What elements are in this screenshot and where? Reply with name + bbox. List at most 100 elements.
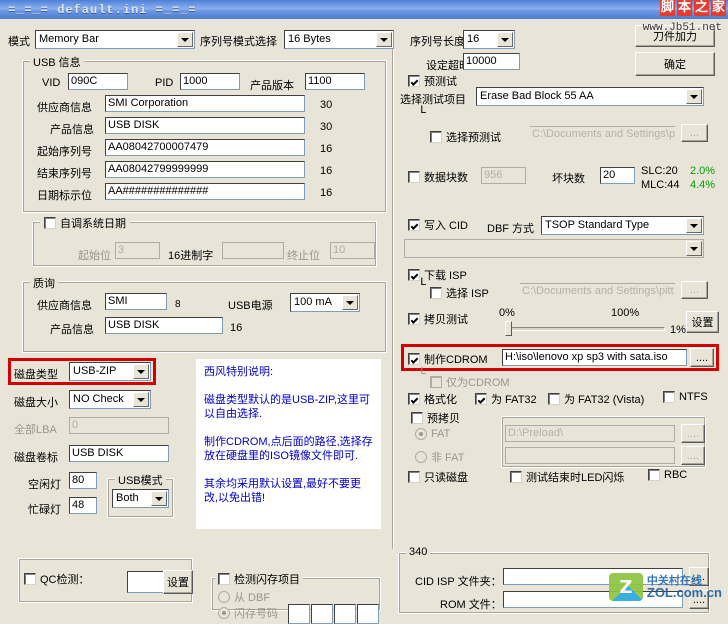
checkbox-icon[interactable] (408, 75, 420, 87)
checkbox-icon[interactable] (648, 469, 660, 481)
badblock-input[interactable]: 20 (600, 167, 635, 184)
disk-size-combo[interactable]: NO Check (69, 390, 151, 409)
auto-date-checkbox[interactable]: 自调系统日期 (40, 215, 130, 231)
make-cdrom-checkbox[interactable]: 制作CDROM (408, 351, 488, 367)
precopy-nonfat-radio[interactable]: 非 FAT (415, 449, 464, 465)
ok-button[interactable]: 确定 (635, 52, 715, 76)
serial-start-input[interactable]: AA08042700007479 (105, 139, 305, 156)
mode-combo[interactable]: Memory Bar (35, 30, 195, 49)
select-isp-browse-button[interactable]: ... (681, 281, 708, 299)
download-isp-checkbox[interactable]: 下载 ISP (408, 267, 467, 283)
date-mark-input[interactable]: AA############## (105, 183, 305, 200)
inquiry-vendor-input[interactable]: SMI (105, 293, 167, 310)
copy-test-slider[interactable] (505, 321, 665, 337)
disk-type-combo[interactable]: USB-ZIP (69, 362, 151, 381)
auto-date-end-input[interactable]: 10 (330, 242, 375, 259)
copy-test-settings-button[interactable]: 设置 (686, 311, 719, 333)
chevron-down-icon[interactable] (497, 32, 513, 47)
chevron-down-icon[interactable] (342, 295, 358, 310)
radio-icon[interactable] (218, 591, 230, 603)
pretest-checkbox[interactable]: 预测试 (408, 73, 457, 89)
serial-end-input[interactable]: AA08042799999999 (105, 161, 305, 178)
fat32-vista-checkbox[interactable]: 为 FAT32 (Vista) (548, 391, 644, 407)
checkbox-icon[interactable] (218, 573, 230, 585)
product-rev-input[interactable]: 1100 (305, 73, 365, 90)
checkbox-icon[interactable] (430, 376, 442, 388)
inquiry-product-input[interactable]: USB DISK (105, 317, 223, 334)
disk-volume-input[interactable]: USB DISK (69, 445, 169, 462)
datablock-checkbox[interactable]: 数据块数 (408, 169, 468, 185)
checkbox-icon[interactable] (510, 471, 522, 483)
checkbox-icon[interactable] (408, 313, 420, 325)
checkbox-icon[interactable] (408, 393, 420, 405)
hex-word-input[interactable] (222, 242, 284, 259)
usb-mode-combo[interactable]: Both (112, 489, 169, 508)
flash-number-box-0[interactable] (288, 604, 310, 624)
chevron-down-icon[interactable] (177, 32, 193, 47)
cdrom-browse-button[interactable]: .... (690, 348, 714, 367)
copy-test-checkbox[interactable]: 拷贝测试 (408, 311, 468, 327)
precopy-fat-browse-button[interactable]: .... (681, 424, 705, 443)
datablock-input[interactable]: 956 (481, 167, 526, 184)
busy-led-input[interactable]: 48 (69, 497, 97, 514)
flash-check-checkbox[interactable]: 检测闪存项目 (215, 571, 303, 587)
select-pretest-browse-button[interactable]: ... (681, 124, 708, 142)
vendor-info-input[interactable]: SMI Corporation (105, 95, 305, 112)
flash-number-box-3[interactable] (357, 604, 379, 624)
timeout-input[interactable]: 10000 (463, 53, 520, 70)
checkbox-icon[interactable] (408, 471, 420, 483)
chevron-down-icon[interactable] (686, 218, 702, 233)
serial-mode-combo[interactable]: 16 Bytes (284, 30, 394, 49)
checkbox-icon[interactable] (548, 393, 560, 405)
checkbox-icon[interactable] (411, 412, 423, 424)
ntfs-checkbox[interactable]: NTFS (663, 391, 708, 403)
checkbox-icon[interactable] (44, 217, 56, 229)
chevron-down-icon[interactable] (151, 491, 167, 506)
checkbox-icon[interactable] (408, 219, 420, 231)
flash-number-box-1[interactable] (311, 604, 333, 624)
write-cid-checkbox[interactable]: 写入 CID (408, 217, 468, 233)
serial-length-combo[interactable]: 16 (463, 30, 515, 49)
checkbox-icon[interactable] (430, 131, 442, 143)
precopy-checkbox[interactable]: 预拷贝 (408, 410, 463, 426)
checkbox-icon[interactable] (475, 393, 487, 405)
select-pretest-path[interactable]: C:\Documents and Settings\pit (530, 126, 675, 143)
checkbox-icon[interactable] (408, 269, 420, 281)
checkbox-icon[interactable] (430, 287, 442, 299)
led-blink-checkbox[interactable]: 测试结束时LED闪烁 (510, 469, 624, 485)
flash-number-box-2[interactable] (334, 604, 356, 624)
idle-led-input[interactable]: 80 (69, 472, 97, 489)
precopy-fat-path[interactable]: D:\Preload\ (505, 425, 675, 442)
test-item-combo[interactable]: Erase Bad Block 55 AA (476, 87, 704, 106)
only-cdrom-checkbox[interactable]: 仅为CDROM (430, 374, 510, 390)
total-lba-input[interactable]: 0 (69, 417, 169, 434)
cid-empty-combo[interactable] (404, 239, 704, 258)
chevron-down-icon[interactable] (686, 89, 702, 104)
checkbox-icon[interactable] (408, 353, 420, 365)
precopy-fat-radio[interactable]: FAT (415, 428, 450, 440)
chevron-down-icon[interactable] (376, 32, 392, 47)
checkbox-icon[interactable] (408, 171, 420, 183)
radio-icon[interactable] (415, 451, 427, 463)
pid-input[interactable]: 1000 (180, 73, 240, 90)
flash-from-dbf-radio[interactable]: 从 DBF (218, 589, 270, 605)
cdrom-path-input[interactable]: H:\iso\lenovo xp sp3 with sata.iso (502, 349, 687, 366)
chevron-down-icon[interactable] (133, 392, 149, 407)
qc-settings-button[interactable]: 设置 (163, 570, 193, 594)
qc-check-checkbox[interactable]: QC检测： (24, 571, 90, 587)
qc-value-input[interactable] (127, 571, 167, 593)
precopy-nonfat-browse-button[interactable]: .... (681, 446, 705, 465)
product-info-input[interactable]: USB DISK (105, 117, 305, 134)
select-isp-checkbox[interactable]: 选择 ISP (430, 285, 489, 301)
select-pretest-checkbox[interactable]: 选择预测试 (430, 129, 501, 145)
precopy-nonfat-path[interactable] (505, 447, 675, 464)
usb-power-combo[interactable]: 100 mA (290, 293, 360, 312)
rbc-checkbox[interactable]: RBC (648, 469, 687, 481)
dbf-mode-combo[interactable]: TSOP Standard Type (541, 216, 704, 235)
chevron-down-icon[interactable] (133, 364, 149, 379)
format-checkbox[interactable]: 格式化 (408, 391, 457, 407)
select-isp-path[interactable]: C:\Documents and Settings\pitt.ch (520, 283, 675, 300)
chevron-down-icon[interactable] (686, 241, 702, 256)
readonly-disk-checkbox[interactable]: 只读磁盘 (408, 469, 468, 485)
flash-number-radio[interactable]: 闪存号码 (218, 605, 278, 621)
